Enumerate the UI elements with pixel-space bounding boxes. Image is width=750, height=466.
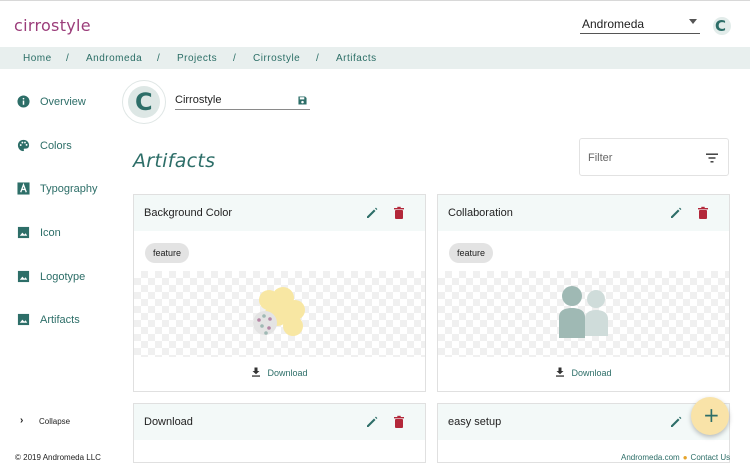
edit-icon[interactable]	[365, 206, 379, 220]
card-title: Background Color	[144, 207, 233, 219]
collapse-label: Collapse	[39, 417, 71, 426]
tag-chip: feature	[449, 243, 494, 263]
breadcrumb-projects[interactable]: Projects	[177, 53, 217, 64]
footer-separator-dot: ●	[682, 453, 688, 462]
breadcrumb-separator: /	[66, 53, 70, 64]
image-icon	[17, 226, 30, 239]
info-icon	[17, 95, 30, 108]
sidebar-item-label: Colors	[40, 140, 72, 152]
card-title: easy setup	[448, 416, 502, 428]
download-label: Download	[571, 368, 612, 378]
top-bar: cirrostyle Andromeda C	[0, 0, 750, 47]
artifact-preview	[134, 271, 425, 357]
page-title: Artifacts	[133, 150, 216, 172]
breadcrumb-separator: /	[157, 53, 161, 64]
project-name-value: Cirrostyle	[175, 94, 222, 106]
sidebar-item-label: Icon	[40, 227, 61, 239]
download-icon	[252, 367, 261, 377]
artifact-card[interactable]: Download	[133, 403, 426, 463]
project-avatar-letter: C	[135, 88, 153, 116]
project-avatar-inner: C	[128, 86, 160, 118]
sidebar-item-label: Typography	[40, 183, 98, 195]
palette-illustration	[252, 287, 305, 336]
card-header: Collaboration	[438, 195, 729, 231]
footer-links: Andromeda.com ● Contact Us	[621, 453, 730, 462]
breadcrumb-home[interactable]: Home	[23, 53, 52, 64]
project-select[interactable]: Andromeda	[580, 14, 700, 34]
add-artifact-button[interactable]: +	[691, 397, 729, 435]
footer-copyright: © 2019 Andromeda LLC	[15, 453, 101, 462]
download-icon	[556, 367, 565, 377]
project-avatar[interactable]: C	[122, 80, 166, 124]
artifact-card[interactable]: Background Color feature Download	[133, 194, 426, 392]
filter-field[interactable]: Filter	[579, 138, 729, 176]
sidebar-item-label: Logotype	[40, 271, 86, 283]
edit-icon[interactable]	[365, 415, 379, 429]
image-icon	[17, 313, 30, 326]
project-select-value: Andromeda	[582, 17, 645, 31]
edit-icon[interactable]	[669, 415, 683, 429]
card-header: Download	[134, 404, 425, 440]
card-header: Background Color	[134, 195, 425, 231]
chevron-right-icon: ›	[20, 415, 24, 426]
delete-icon[interactable]	[393, 415, 405, 429]
user-avatar-letter: C	[715, 17, 727, 35]
breadcrumb-separator: /	[316, 53, 320, 64]
download-button[interactable]: Download	[134, 367, 425, 378]
app-logo[interactable]: cirrostyle	[14, 16, 91, 35]
breadcrumb: Home / Andromeda / Projects / Cirrostyle…	[0, 47, 750, 69]
project-name-field[interactable]: Cirrostyle	[175, 92, 310, 110]
breadcrumb-cirrostyle[interactable]: Cirrostyle	[253, 53, 300, 64]
typography-icon	[17, 182, 30, 195]
delete-icon[interactable]	[697, 206, 709, 220]
chevron-down-icon	[689, 19, 697, 24]
download-button[interactable]: Download	[438, 367, 729, 378]
breadcrumb-separator: /	[233, 53, 237, 64]
download-label: Download	[267, 368, 308, 378]
user-avatar[interactable]: C	[713, 17, 731, 35]
card-title: Collaboration	[448, 207, 513, 219]
artifact-card[interactable]: Collaboration feature Download	[437, 194, 730, 392]
edit-icon[interactable]	[669, 206, 683, 220]
breadcrumb-andromeda[interactable]: Andromeda	[86, 53, 142, 64]
palette-icon	[17, 139, 30, 152]
delete-icon[interactable]	[393, 206, 405, 220]
artifact-preview	[438, 271, 729, 357]
sidebar-item-label: Overview	[40, 96, 86, 108]
image-icon	[17, 270, 30, 283]
save-icon[interactable]	[298, 96, 307, 105]
card-header: easy setup	[438, 404, 729, 440]
breadcrumb-artifacts[interactable]: Artifacts	[336, 53, 377, 64]
people-illustration	[558, 286, 608, 338]
filter-icon[interactable]	[706, 153, 718, 163]
tag-chip: feature	[145, 243, 190, 263]
plus-icon: +	[703, 403, 720, 427]
filter-placeholder: Filter	[588, 152, 613, 164]
footer-link-andromeda[interactable]: Andromeda.com	[621, 453, 680, 462]
card-title: Download	[144, 416, 193, 428]
footer-link-contact[interactable]: Contact Us	[691, 453, 731, 462]
sidebar-item-label: Artifacts	[40, 314, 80, 326]
